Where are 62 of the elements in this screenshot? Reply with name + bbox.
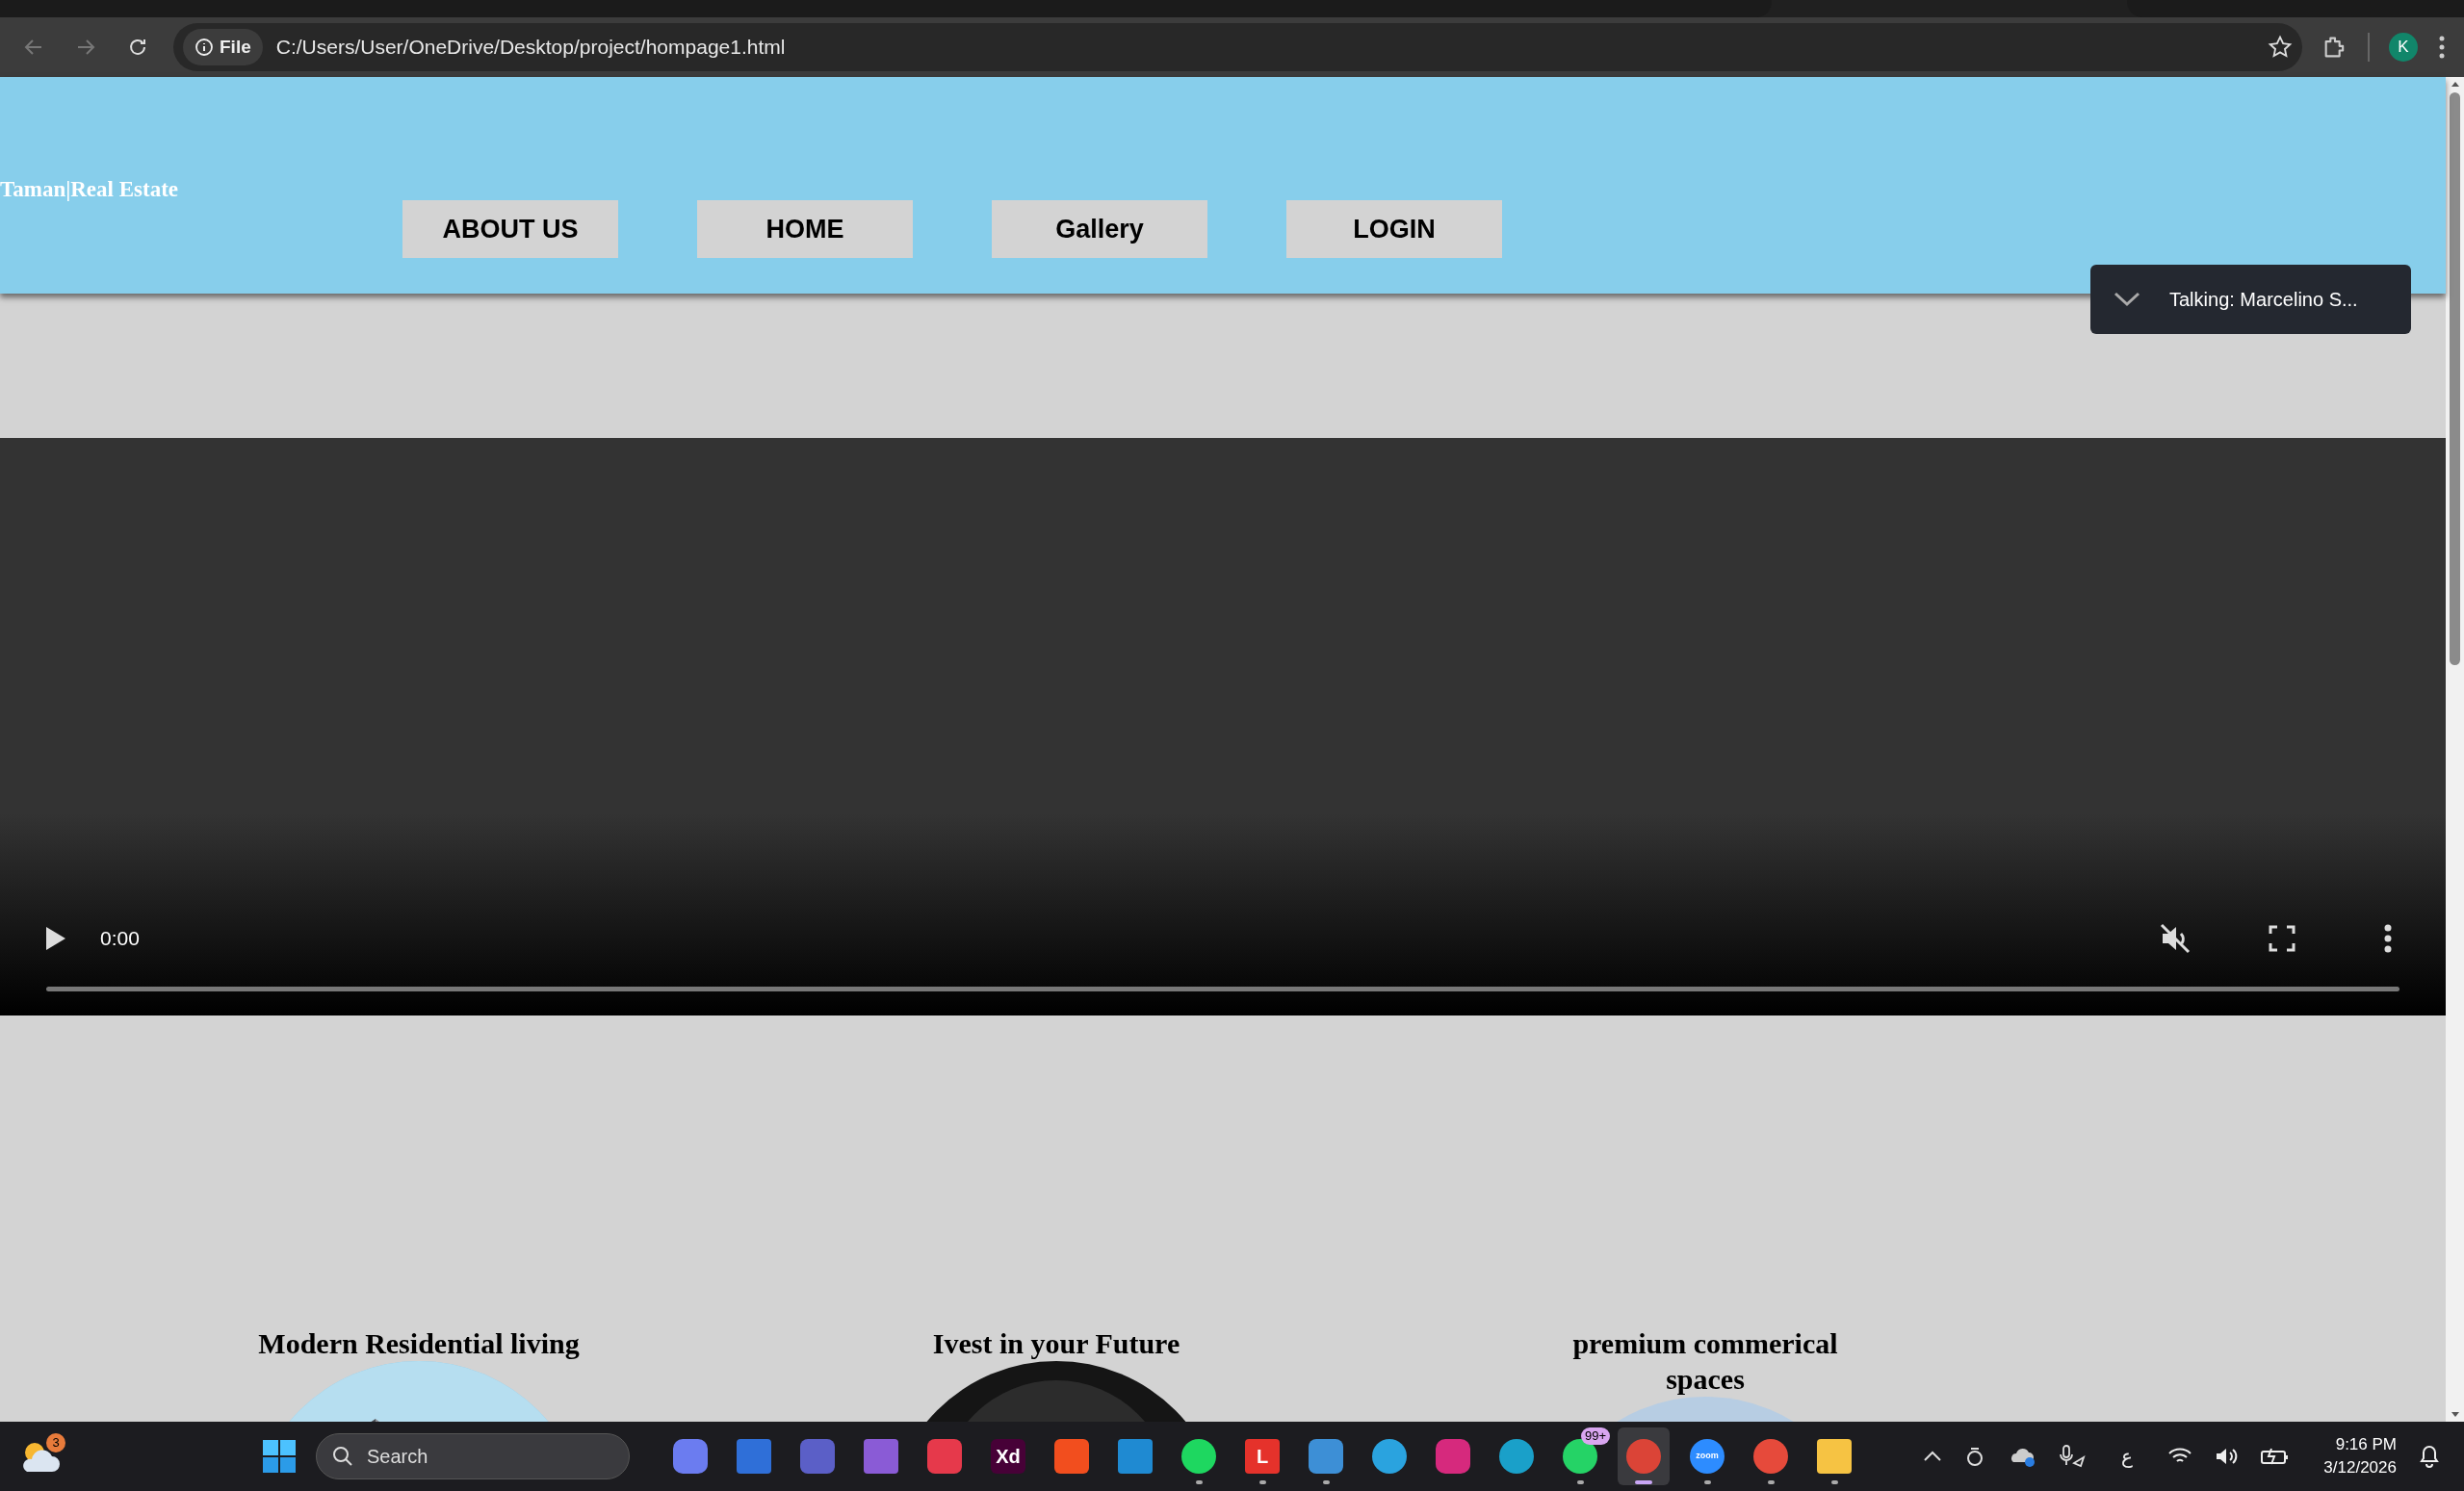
app-icon: [864, 1439, 898, 1474]
app-icon: [1753, 1439, 1788, 1474]
search-field[interactable]: Search: [316, 1433, 630, 1479]
chevron-down-icon[interactable]: [2114, 292, 2140, 307]
card-title: Ivest in your Future: [931, 1326, 1181, 1361]
app-icon: [1817, 1439, 1852, 1474]
speaker-icon[interactable]: [2214, 1446, 2240, 1467]
microphone-icon[interactable]: [2058, 1444, 2088, 1469]
play-icon: [44, 925, 67, 952]
profile-avatar[interactable]: K: [2389, 33, 2418, 62]
notification-bell-icon[interactable]: [2418, 1444, 2441, 1469]
app-icon: L: [1245, 1439, 1280, 1474]
menu-icon[interactable]: [2437, 34, 2447, 61]
video-player[interactable]: 0:00: [0, 438, 2446, 1015]
scrollbar[interactable]: [2446, 77, 2464, 1422]
app-icon: [1626, 1439, 1661, 1474]
fullscreen-icon: [2268, 924, 2296, 953]
app-icon: zoom: [1690, 1439, 1725, 1474]
card-title: Modern Residential living: [257, 1326, 581, 1361]
bookmark-star-icon[interactable]: [2268, 35, 2293, 60]
address-bar[interactable]: File C:/Users/User/OneDrive/Desktop/project/hompage1.html: [173, 23, 2302, 71]
notification-toast[interactable]: Talking: Marcelino S...: [2090, 265, 2411, 334]
info-icon: [195, 38, 214, 57]
nav-button[interactable]: HOME: [697, 200, 913, 258]
clock-time[interactable]: 9:16 PM: [2335, 1433, 2397, 1456]
app-icon: [1563, 1439, 1597, 1474]
nav-button[interactable]: LOGIN: [1286, 200, 1502, 258]
search-placeholder: Search: [367, 1445, 428, 1469]
file-label: File: [220, 35, 251, 59]
app-icon: [1499, 1439, 1534, 1474]
taskbar-app-button[interactable]: Xd: [982, 1427, 1034, 1485]
windows-logo-icon: [263, 1440, 296, 1473]
weather-widget[interactable]: 3: [19, 1433, 65, 1479]
app-icon: [1181, 1439, 1216, 1474]
site-info-chip[interactable]: File: [183, 29, 263, 65]
app-icon: [1054, 1439, 1089, 1474]
nav-button[interactable]: Gallery: [992, 200, 1207, 258]
card-title: premium commerical spaces: [1571, 1326, 1839, 1397]
toast-text: Talking: Marcelino S...: [2169, 288, 2358, 312]
app-icon: [673, 1439, 708, 1474]
more-icon: [2384, 924, 2392, 953]
url-text: C:/Users/User/OneDrive/Desktop/project/hompage1.html: [275, 35, 787, 61]
taskbar-app-button[interactable]: L: [1236, 1427, 1288, 1485]
app-icon: [927, 1439, 962, 1474]
video-time: 0:00: [100, 926, 140, 952]
app-icon: [800, 1439, 835, 1474]
chevron-up-icon[interactable]: [1923, 1451, 1943, 1462]
site-logo: Taman|Real Estate: [0, 177, 179, 201]
scrollbar-thumb[interactable]: [2450, 92, 2460, 665]
keyboard-language[interactable]: ع: [2108, 1442, 2147, 1471]
app-icon: Xd: [991, 1439, 1025, 1474]
notification-badge: 3: [46, 1433, 65, 1452]
app-icon: [1372, 1439, 1407, 1474]
app-icon: [1436, 1439, 1470, 1474]
nav-button[interactable]: ABOUT US: [402, 200, 618, 258]
taskbar-app-button[interactable]: [1618, 1427, 1670, 1485]
app-icon: [737, 1439, 771, 1474]
app-icon: [1118, 1439, 1153, 1474]
search-icon: [332, 1446, 353, 1467]
progress-track[interactable]: [46, 987, 2399, 991]
app-icon: [1309, 1439, 1343, 1474]
clock-date[interactable]: 3/12/2026: [2323, 1456, 2397, 1479]
